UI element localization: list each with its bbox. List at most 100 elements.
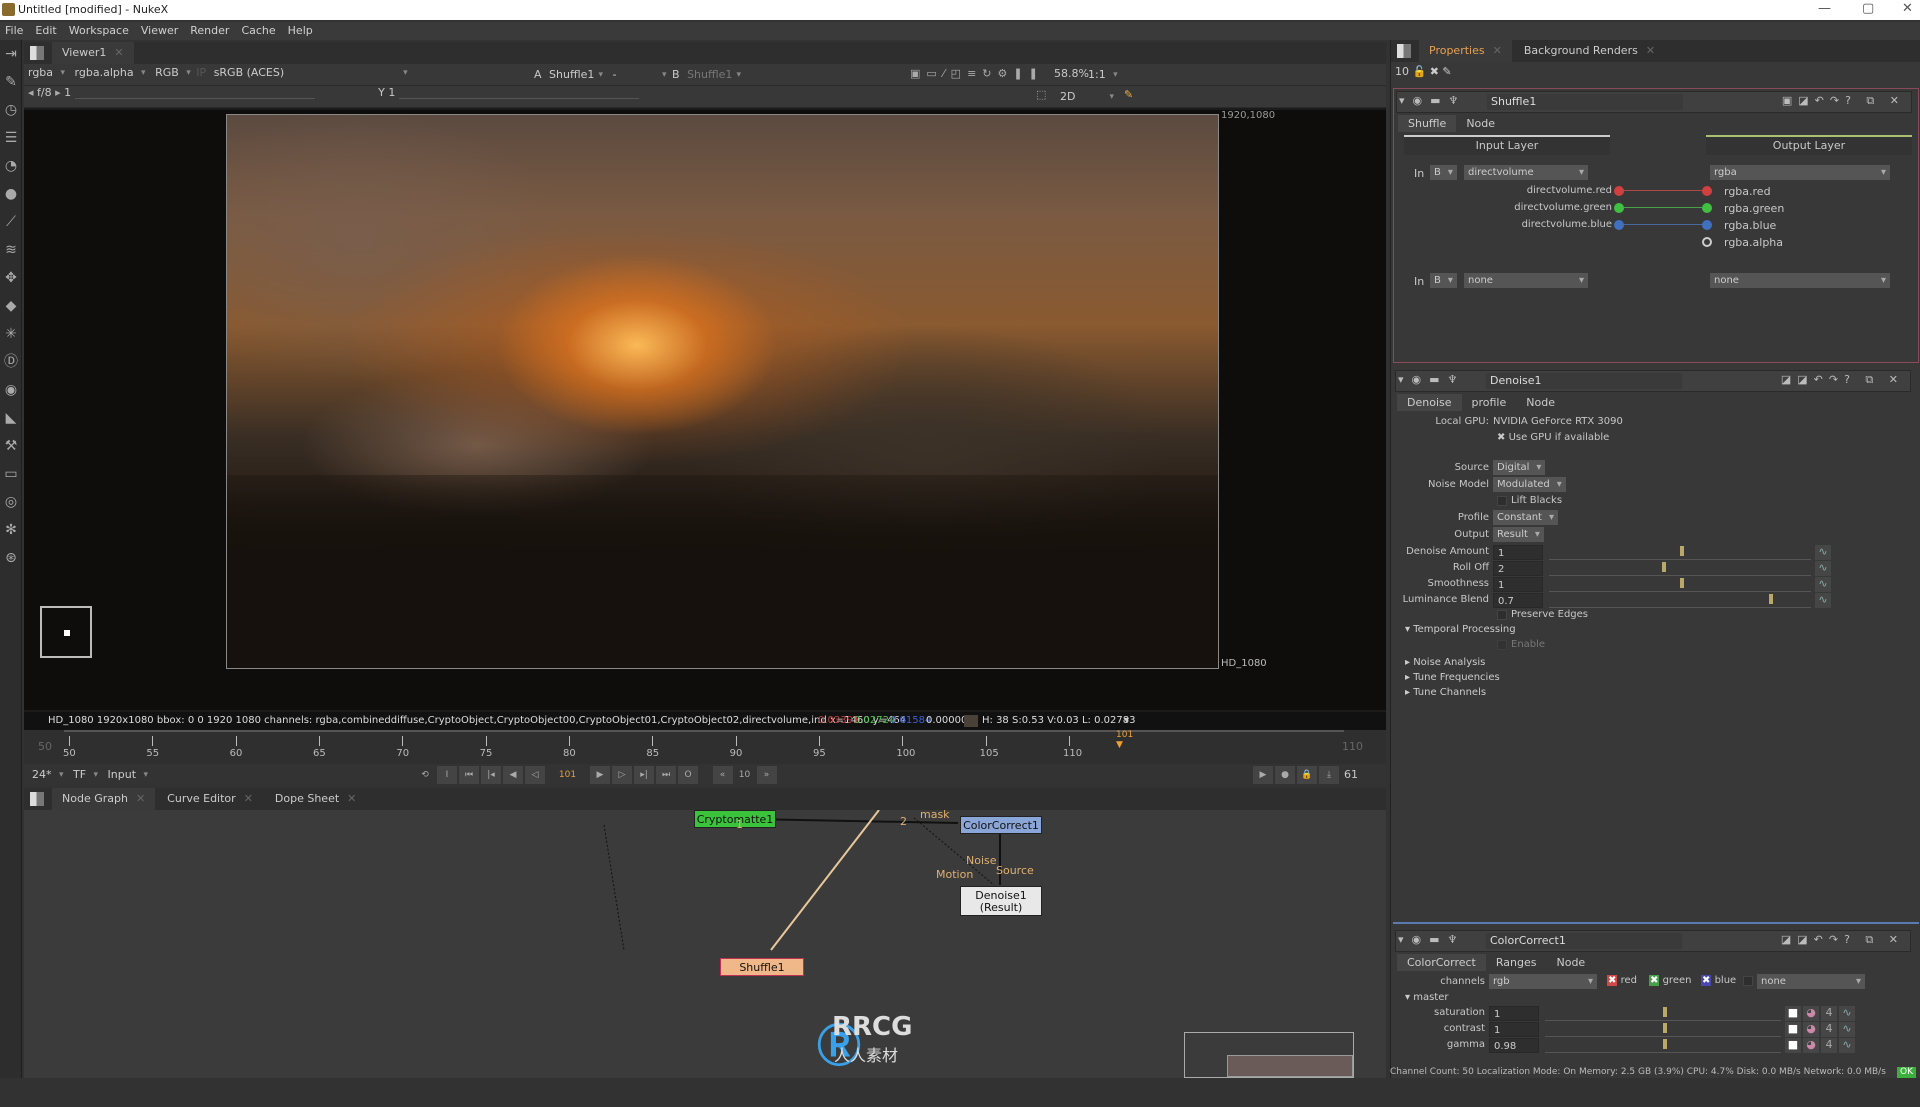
node-colorcorrect[interactable]: ColorCorrect1	[960, 816, 1042, 834]
timeline[interactable]: 50 50 55 60 65 70 75 80 85 90 95 100 105 110 101 ▼ 11…	[24, 730, 1386, 764]
prev-frame-icon[interactable]: ◀	[503, 766, 523, 784]
subtab-node[interactable]: Node	[1516, 394, 1565, 411]
flipbook-icon[interactable]: ▶	[1253, 766, 1273, 784]
filter-icon[interactable]: ●	[0, 180, 22, 208]
in1-input-dropdown[interactable]: B	[1430, 165, 1457, 180]
paint-brush-icon[interactable]: ✎	[1124, 88, 1133, 101]
in-red-socket[interactable]	[1614, 186, 1624, 196]
particles-icon[interactable]: ✳	[0, 320, 22, 348]
edge-shuffle-cryptomatte[interactable]	[603, 824, 625, 951]
node-cryptomatte[interactable]: Cryptomatte1	[694, 810, 776, 828]
wipe-icon[interactable]: ⁄	[943, 67, 951, 80]
channel-icon[interactable]: ☰	[0, 124, 22, 152]
source-dropdown[interactable]: Digital	[1493, 460, 1546, 475]
color-icon[interactable]: ◔	[0, 152, 22, 180]
slider-knob[interactable]	[1663, 1039, 1667, 1049]
skip-forward-icon[interactable]: »	[756, 766, 777, 784]
color-swatch-icon[interactable]: ■	[1785, 1038, 1801, 1053]
lock-icon[interactable]: 🔓	[1413, 65, 1427, 78]
out-green-socket[interactable]	[1702, 203, 1712, 213]
out2-layer-dropdown[interactable]: none	[1710, 273, 1890, 288]
subtab-shuffle[interactable]: Shuffle	[1398, 115, 1457, 132]
metadata-icon[interactable]: ◣	[0, 404, 22, 432]
out-blue-socket[interactable]	[1702, 220, 1712, 230]
paint-icon[interactable]: ✎	[0, 68, 22, 96]
slider-value-field[interactable]: 0.7	[1493, 593, 1543, 608]
last-frame-icon[interactable]: ⏭	[656, 766, 676, 784]
slider-knob[interactable]	[1769, 594, 1774, 604]
current-frame-field[interactable]: 101	[550, 766, 585, 784]
node-graph[interactable]: Cryptomatte1 ColorCorrect1 Denoise1 (Res…	[24, 808, 1386, 1078]
out-alpha-socket[interactable]	[1702, 237, 1712, 247]
subtab-profile[interactable]: profile	[1462, 394, 1517, 411]
loop-mode-icon[interactable]: ⟲	[415, 766, 435, 784]
transform-icon[interactable]: ✥	[0, 264, 22, 292]
panel-header-icons[interactable]: ▾◉▬♆	[1398, 933, 1465, 946]
toolsets-icon[interactable]: ⚒	[0, 432, 22, 460]
tab-curve-editor[interactable]: Curve Editor ✕	[157, 788, 263, 810]
slider-value-field[interactable]: 1	[1489, 1022, 1539, 1037]
use-gpu-checkbox[interactable]: ✖ Use GPU if available	[1497, 432, 1609, 443]
refresh-icon[interactable]: ↻	[982, 67, 997, 80]
temporal-processing-section[interactable]: ▾ Temporal Processing	[1405, 624, 1516, 635]
maximize-button[interactable]: ▢	[1862, 1, 1874, 16]
safe-area-icon[interactable]: ▭	[926, 67, 942, 80]
animation-curve-icon[interactable]: ∿	[1839, 1006, 1855, 1021]
ip-button[interactable]: IP	[196, 66, 206, 79]
blue-channel-checkbox[interactable]: ✖ blue	[1701, 975, 1736, 986]
panel-actions[interactable]: ◪◪↶↷? ⧉ ✕	[1781, 933, 1904, 947]
roi-icon[interactable]: ▣	[910, 67, 926, 80]
fstop-value[interactable]: f/8	[37, 86, 52, 99]
gpu-icon[interactable]: ⚙	[998, 67, 1014, 80]
slider-value-field[interactable]: 0.98	[1489, 1038, 1539, 1053]
gain-slider[interactable]	[74, 87, 315, 99]
pane-grip-icon[interactable]	[30, 46, 44, 60]
proxy-ratio-dropdown[interactable]: 1:1	[1084, 66, 1120, 84]
master-section[interactable]: ▾ master	[1405, 992, 1448, 1003]
cara-icon[interactable]: ⊛	[0, 544, 22, 572]
close-tab-icon[interactable]: ✕	[114, 46, 123, 59]
prev-keyframe-icon[interactable]: |◂	[481, 766, 501, 784]
lift-blacks-checkbox[interactable]	[1497, 496, 1507, 506]
close-tab-icon[interactable]: ✕	[244, 792, 253, 805]
info-expand-icon[interactable]: ▾	[1124, 712, 1129, 730]
lut-dropdown[interactable]: sRGB (ACES)	[210, 64, 410, 82]
alpha-channel-dropdown[interactable]: rgba.alpha	[71, 64, 148, 82]
out1-layer-dropdown[interactable]: rgba	[1710, 165, 1890, 180]
crosshair-widget[interactable]	[40, 606, 92, 658]
animation-curve-icon[interactable]: ∿	[1815, 593, 1831, 608]
overlay-icon[interactable]: ◰	[951, 67, 967, 80]
in-point-icon[interactable]: I	[437, 766, 457, 784]
slider-track[interactable]	[1549, 593, 1811, 608]
gamma-slider[interactable]	[398, 87, 639, 99]
tab-node-graph[interactable]: Node Graph ✕	[52, 788, 156, 810]
input-b-dropdown[interactable]: Shuffle1	[683, 66, 743, 84]
next-frame-icon[interactable]: ▷	[612, 766, 632, 784]
color-swatch-icon[interactable]: ■	[1785, 1022, 1801, 1037]
tune-channels-section[interactable]: ▸ Tune Channels	[1405, 687, 1486, 698]
mask-dropdown[interactable]: none	[1757, 974, 1865, 989]
channels-dropdown[interactable]: rgba	[24, 64, 67, 82]
out-point-icon[interactable]: O	[678, 766, 698, 784]
pane-grip-icon[interactable]	[30, 792, 44, 806]
minimize-button[interactable]: —	[1818, 1, 1831, 16]
subtab-denoise[interactable]: Denoise	[1397, 394, 1462, 411]
first-frame-icon[interactable]: ⏮	[459, 766, 479, 784]
region-icon[interactable]: ⬚	[1036, 88, 1046, 101]
in2-input-dropdown[interactable]: B	[1430, 273, 1457, 288]
play-forward-icon[interactable]: ▶	[590, 766, 610, 784]
in-green-socket[interactable]	[1614, 203, 1624, 213]
pause-icon[interactable]: ❚❚	[1013, 67, 1043, 80]
max-panels-field[interactable]: 10	[1395, 65, 1409, 78]
in1-layer-dropdown[interactable]: directvolume	[1464, 165, 1588, 180]
menu-viewer[interactable]: Viewer	[136, 22, 185, 37]
other-icon[interactable]: ▭	[0, 460, 22, 488]
slider-value-field[interactable]: 2	[1493, 561, 1543, 576]
slider-knob[interactable]	[1680, 546, 1684, 556]
next-keyframe-icon[interactable]: ▸|	[634, 766, 654, 784]
animation-curve-icon[interactable]: ∿	[1815, 561, 1831, 576]
gamma-value[interactable]: 1	[388, 86, 395, 99]
menu-edit[interactable]: Edit	[30, 22, 63, 37]
timeline-range-bar[interactable]	[64, 730, 1344, 732]
close-tab-icon[interactable]: ✕	[1493, 44, 1502, 57]
